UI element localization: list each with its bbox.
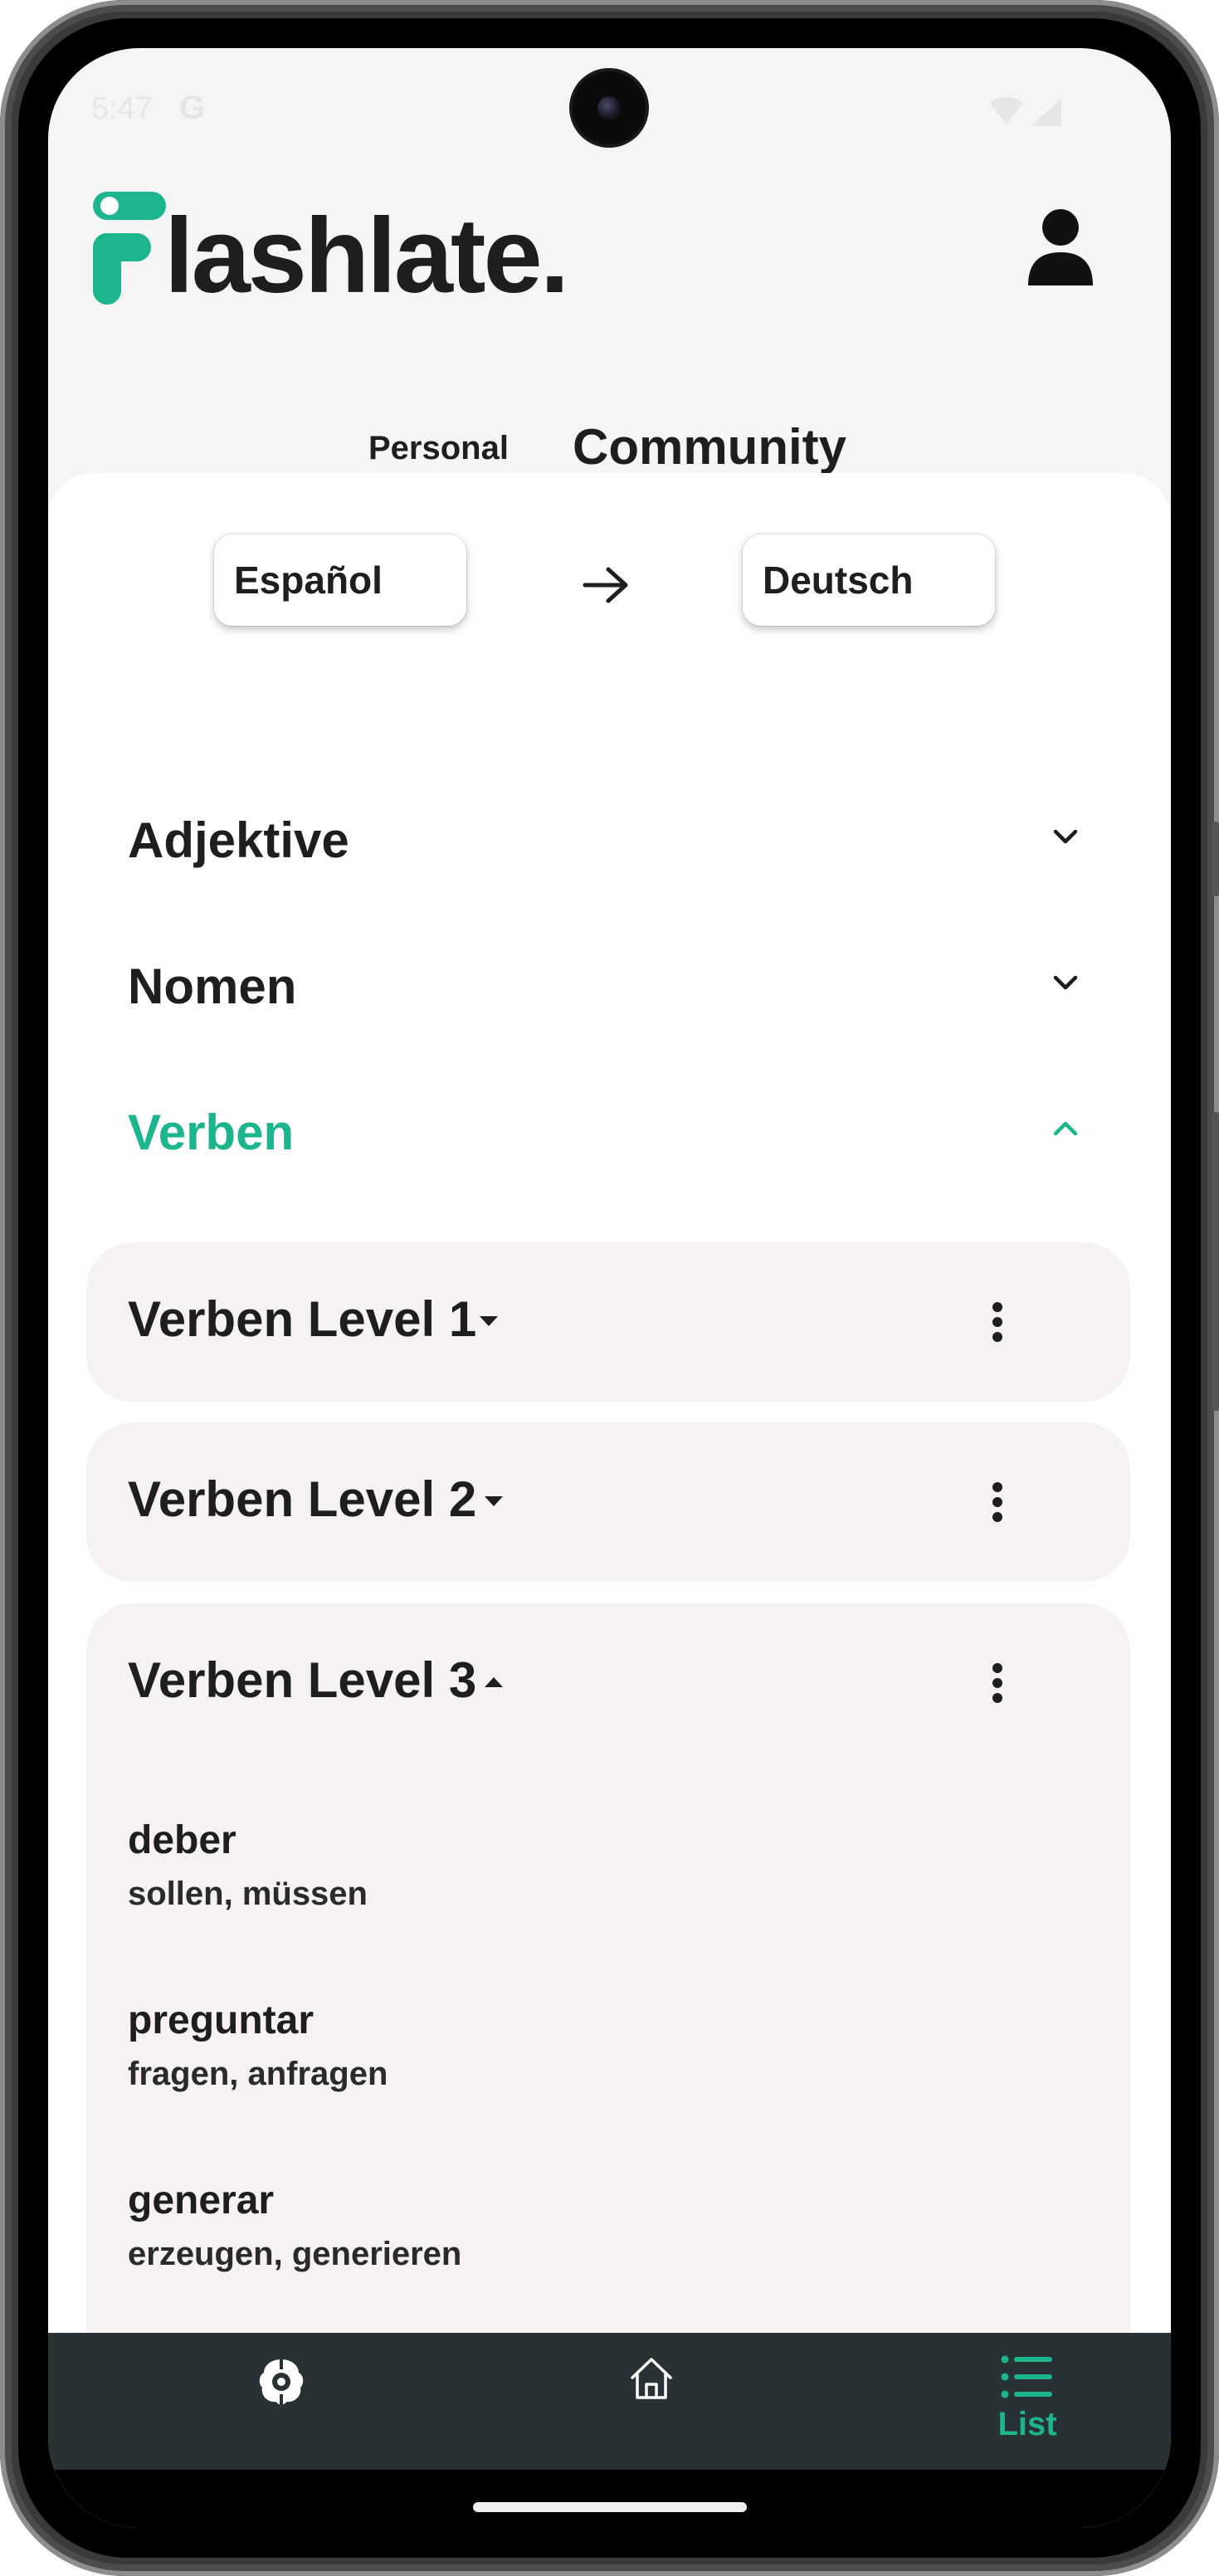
logo-text: lashlate. (164, 197, 569, 315)
chevron-down-icon (1053, 829, 1078, 844)
category-label: Adjektive (128, 812, 349, 868)
level-title: Verben Level 2 (128, 1471, 477, 1527)
google-icon: G (179, 90, 206, 126)
level-title: Verben Level 1 (128, 1291, 477, 1347)
front-camera (573, 71, 646, 144)
nav-item-home[interactable] (559, 2333, 742, 2470)
level-card: Verben Level 2 (86, 1422, 1130, 1582)
brain-icon (259, 2359, 304, 2404)
target-language-button[interactable]: Deutsch (743, 534, 995, 626)
caret-up-icon (485, 1677, 503, 1687)
power-button (1212, 1112, 1219, 1411)
tab-bar: Personal Community (48, 405, 1171, 480)
app-screen: 5:47 G lashlate. Personal Community Espa… (48, 48, 1171, 2528)
tab-community[interactable]: Community (573, 418, 846, 476)
more-options-icon[interactable] (973, 1658, 1022, 1716)
gesture-area (48, 2470, 1171, 2528)
tab-personal[interactable]: Personal (368, 430, 509, 467)
word-translation: fragen, anfragen (128, 2056, 388, 2092)
caret-down-icon (480, 1316, 498, 1326)
content-panel: Español Deutsch Adjektive Nomen Verben V… (48, 473, 1171, 2516)
nav-item-learn[interactable] (189, 2333, 372, 2470)
chevron-down-icon (1053, 975, 1078, 990)
nav-item-list[interactable]: List (936, 2333, 1119, 2470)
category-label: Verben (128, 1105, 295, 1160)
category-nomen[interactable]: Nomen (128, 933, 1099, 1032)
arrow-right-icon (583, 567, 628, 603)
level-title: Verben Level 3 (128, 1652, 477, 1708)
word-translation: erzeugen, generieren (128, 2236, 462, 2272)
list-icon (1001, 2355, 1052, 2398)
phone-frame: 5:47 G lashlate. Personal Community Espa… (0, 0, 1219, 2576)
word-term: generar (128, 2178, 275, 2222)
more-options-icon[interactable] (973, 1297, 1022, 1355)
logo-mark-icon (93, 192, 166, 305)
level-card: Verben Level 1 (86, 1242, 1130, 1402)
category-verben[interactable]: Verben (128, 1079, 1099, 1178)
more-options-icon[interactable] (973, 1477, 1022, 1535)
chevron-up-icon (1053, 1121, 1078, 1136)
status-time: 5:47 (91, 91, 153, 126)
word-term: preguntar (128, 1998, 315, 2042)
word-item[interactable]: deber sollen, müssen (128, 1817, 1041, 1950)
volume-button (1212, 822, 1219, 896)
word-item[interactable]: generar erzeugen, generieren (128, 2178, 1041, 2310)
status-bar: 5:47 G (48, 48, 1171, 173)
bottom-nav: List (48, 2333, 1171, 2470)
level-header[interactable]: Verben Level 2 (86, 1422, 1130, 1580)
nav-label-list: List (997, 2406, 1057, 2442)
level-header[interactable]: Verben Level 1 (86, 1242, 1130, 1400)
word-term: deber (128, 1818, 236, 1862)
category-label: Nomen (128, 959, 297, 1014)
level-header[interactable]: Verben Level 3 (86, 1603, 1130, 1761)
word-item[interactable]: preguntar fragen, anfragen (128, 1998, 1041, 2130)
home-indicator[interactable] (473, 2502, 747, 2512)
person-icon[interactable] (1023, 206, 1098, 289)
signal-wifi-icon (990, 97, 1061, 126)
app-logo: lashlate. (88, 185, 586, 318)
caret-down-icon (485, 1496, 503, 1506)
home-icon (631, 2358, 672, 2399)
source-language-button[interactable]: Español (214, 534, 466, 626)
category-adjektive[interactable]: Adjektive (128, 787, 1099, 886)
word-translation: sollen, müssen (128, 1876, 368, 1912)
